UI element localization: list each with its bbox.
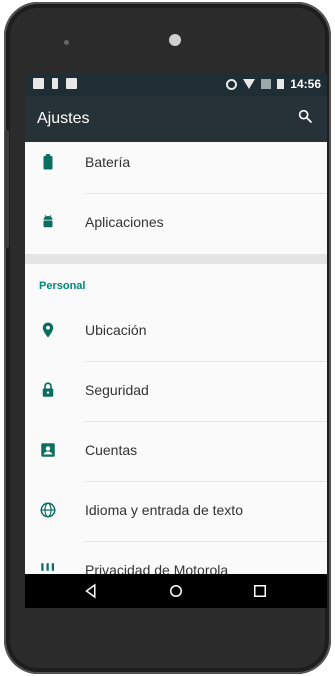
settings-item-label: Aplicaciones	[85, 214, 164, 230]
phone-frame: 14:56 Ajustes Batería Aplicaciones Perso…	[4, 2, 331, 674]
settings-item-battery[interactable]: Batería	[25, 134, 327, 194]
location-pin-icon	[42, 322, 54, 338]
screen: 14:56 Ajustes Batería Aplicaciones Perso…	[25, 74, 327, 608]
lock-icon	[42, 382, 54, 397]
wifi-icon	[243, 79, 256, 89]
side-volume-button	[5, 130, 9, 248]
sensor-dot	[64, 40, 69, 45]
android-icon	[43, 214, 53, 228]
front-camera	[169, 34, 181, 46]
recents-icon[interactable]	[251, 582, 269, 600]
back-icon[interactable]	[82, 582, 100, 600]
home-icon[interactable]	[167, 582, 185, 600]
do-not-disturb-icon	[226, 78, 238, 90]
settings-item-label: Seguridad	[85, 382, 149, 398]
signal-icon	[261, 79, 272, 89]
settings-item-accounts[interactable]: Cuentas	[25, 422, 327, 482]
status-bar: 14:56	[25, 74, 327, 96]
settings-item-location[interactable]: Ubicación	[25, 302, 327, 362]
navigation-bar	[25, 574, 327, 608]
account-box-icon	[41, 443, 55, 457]
settings-item-label: Ubicación	[85, 322, 147, 338]
image-notification-icon	[33, 78, 44, 89]
settings-item-label: Cuentas	[85, 442, 138, 458]
settings-list: Batería Aplicaciones Personal Ubicación …	[25, 142, 327, 578]
section-title: Personal	[39, 280, 86, 292]
globe-icon	[40, 502, 56, 518]
page-title: Ajustes	[37, 110, 90, 127]
settings-item-security[interactable]: Seguridad	[25, 362, 327, 422]
search-icon[interactable]	[297, 108, 313, 124]
download-notification-icon	[52, 78, 58, 89]
battery-icon	[43, 154, 53, 170]
settings-item-label: Idioma y entrada de texto	[85, 502, 243, 518]
section-separator	[25, 254, 327, 264]
clipboard-notification-icon	[66, 78, 77, 89]
settings-item-language[interactable]: Idioma y entrada de texto	[25, 482, 327, 542]
battery-status-icon	[277, 79, 285, 89]
settings-item-label: Batería	[85, 154, 131, 170]
status-time: 14:56	[290, 77, 321, 91]
settings-item-apps[interactable]: Aplicaciones	[25, 194, 327, 254]
